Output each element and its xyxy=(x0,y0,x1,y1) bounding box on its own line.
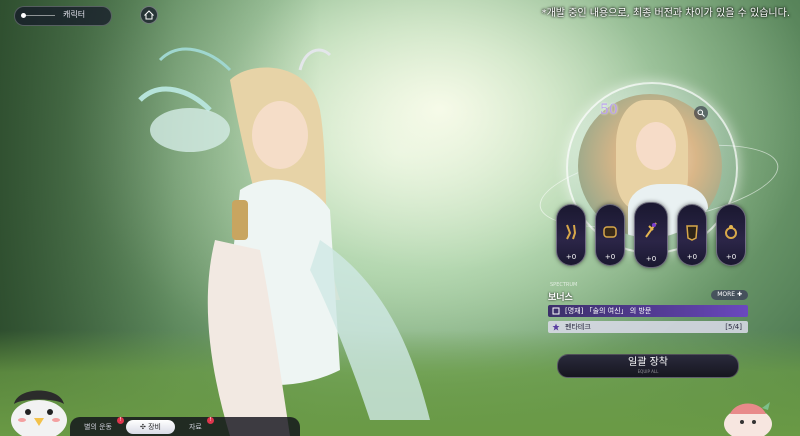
home-icon xyxy=(144,10,154,20)
mascot-bird-icon xyxy=(11,390,67,436)
equip-all-button[interactable]: 일괄 장착 EQUIP ALL xyxy=(557,354,739,378)
bottom-tab-bar: 별의 운동 ! ✣ 장비 자료 ! xyxy=(70,416,300,436)
home-button[interactable] xyxy=(140,6,158,24)
bonus-row-text: 펜타테크 xyxy=(565,323,591,331)
tab-archive[interactable]: 자료 ! xyxy=(175,416,216,432)
slot-plus: +0 xyxy=(604,253,616,261)
alert-badge: ! xyxy=(117,416,124,424)
slot-plus: +0 xyxy=(725,253,737,261)
bonus-subtitle: SPECTRUM xyxy=(550,282,578,288)
more-button[interactable]: MORE ✚ xyxy=(711,290,748,300)
equip-slot-3[interactable]: +0 xyxy=(634,202,668,268)
slot-plus: +0 xyxy=(686,253,698,261)
equip-slot-5[interactable]: +0 xyxy=(715,204,747,266)
equipment-slots: +0 +0 +0 +0 +0 xyxy=(556,202,747,272)
mascot-pink-icon xyxy=(724,402,772,436)
equip-slot-1[interactable]: +0 xyxy=(556,204,587,266)
nav-progress-pill[interactable]: 캐릭터 xyxy=(14,6,112,26)
earring-icon xyxy=(566,224,577,240)
tab-star-movement[interactable]: 별의 운동 ! xyxy=(70,416,126,432)
equip-all-sub: EQUIP ALL xyxy=(637,369,659,374)
magnifier-icon xyxy=(697,109,705,117)
slot-plus: +0 xyxy=(565,253,577,261)
gear-icon: ✣ xyxy=(140,422,149,431)
zoom-button[interactable] xyxy=(694,106,708,120)
character-illustration xyxy=(138,47,430,436)
alert-badge: ! xyxy=(206,416,214,424)
bonus-row-text: [명재] 「술의 여신」 의 방문 xyxy=(565,307,652,315)
set-bonus-icon xyxy=(551,306,561,316)
tab-label: 장비 xyxy=(148,422,161,431)
tab-label: 별의 운동 xyxy=(84,422,112,431)
bonus-row-count: [5/4] xyxy=(725,323,742,331)
bonus-row-pentatech[interactable]: 펜타테크 [5/4] xyxy=(548,321,748,333)
nav-progress-line xyxy=(25,15,55,16)
nav-progress-dot xyxy=(21,13,26,18)
star-icon xyxy=(551,322,561,332)
equip-all-label: 일괄 장착 xyxy=(628,357,668,368)
nav-label: 캐릭터 xyxy=(63,10,86,19)
tab-label: 자료 xyxy=(188,422,202,431)
character-level: 50 xyxy=(600,102,618,118)
more-label: MORE xyxy=(717,291,736,298)
dev-notice: *개발 중인 내용으로, 최종 버전과 차이가 있을 수 있습니다. xyxy=(541,8,790,19)
armor-icon xyxy=(686,225,698,241)
weapon-icon xyxy=(645,222,657,238)
bonus-title: 보너스 xyxy=(548,293,573,303)
slot-plus: +0 xyxy=(645,255,657,263)
plus-icon: ✚ xyxy=(736,291,742,298)
equip-slot-2[interactable]: +0 xyxy=(595,204,626,266)
bonus-row-set[interactable]: [명재] 「술의 여신」 의 방문 xyxy=(548,305,748,317)
bonus-header: SPECTRUM 보너스 MORE ✚ xyxy=(548,282,748,303)
ring-icon xyxy=(725,225,737,239)
portrait-face xyxy=(636,122,676,170)
tab-equipment[interactable]: ✣ 장비 xyxy=(126,419,175,434)
bracelet-icon xyxy=(603,226,617,238)
equip-slot-4[interactable]: +0 xyxy=(676,204,707,266)
